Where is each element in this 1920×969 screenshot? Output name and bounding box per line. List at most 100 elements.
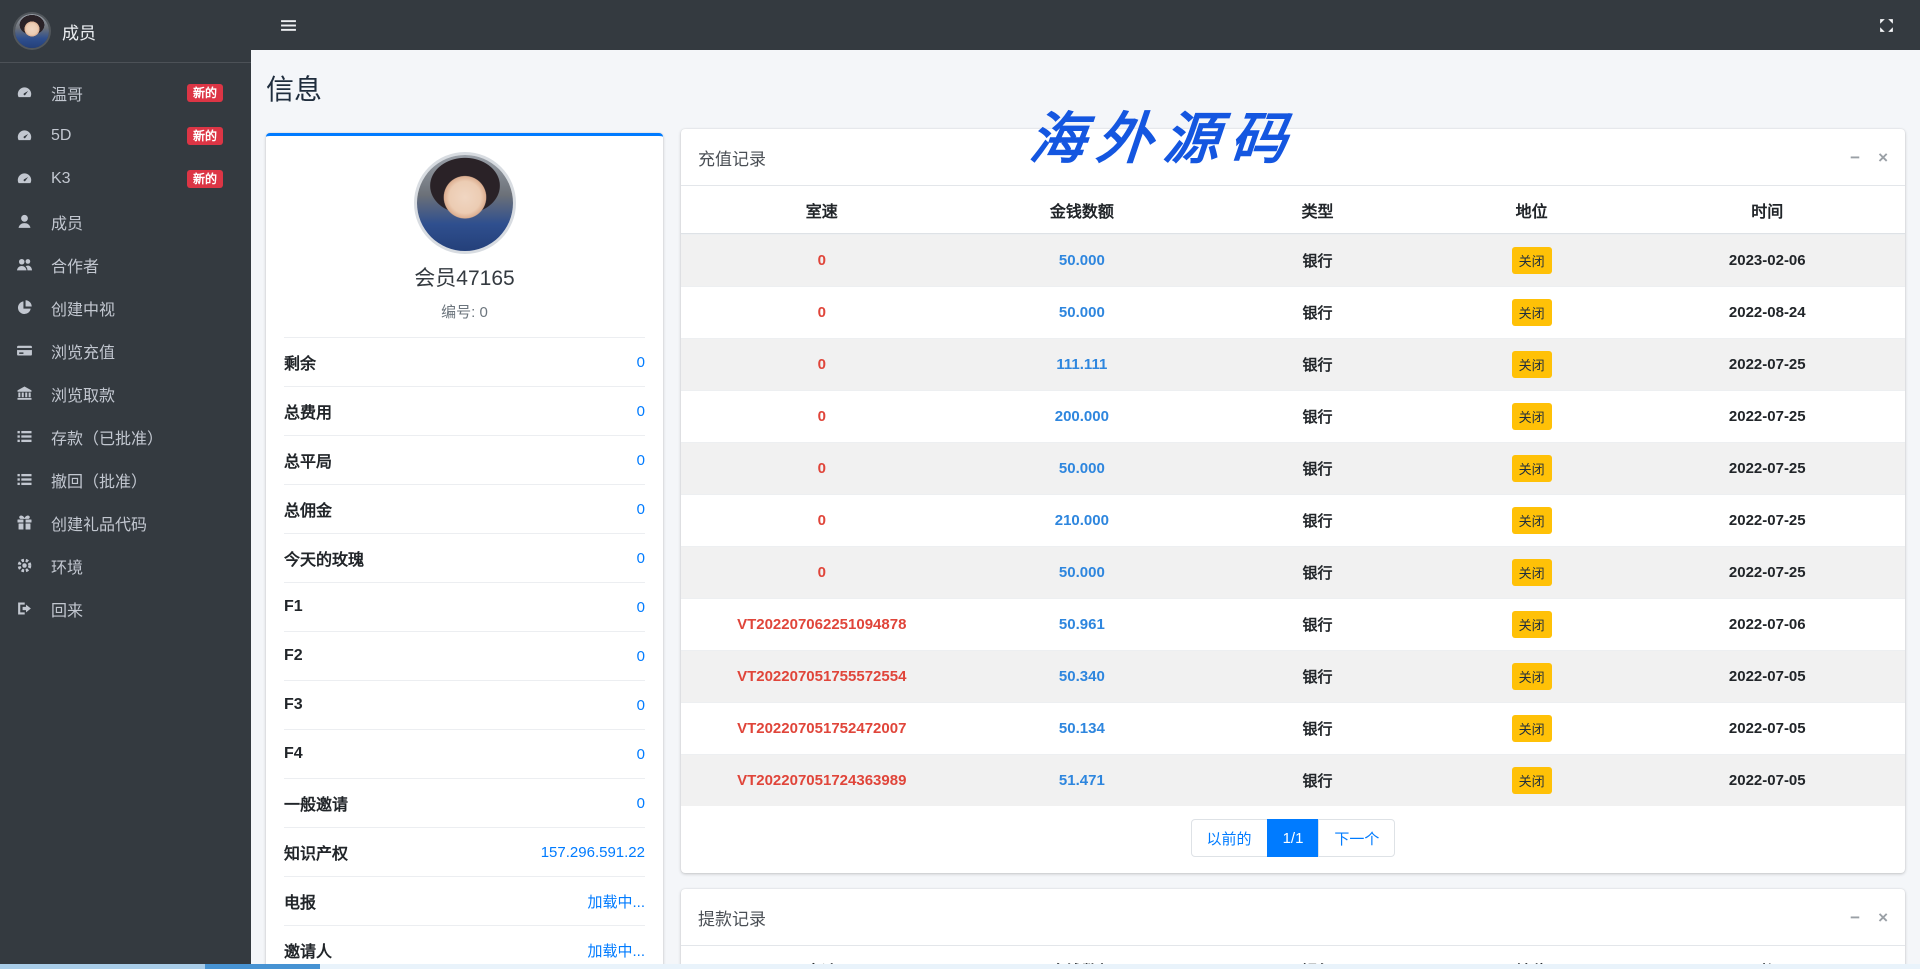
sidebar-user-name: 成员 (62, 19, 96, 44)
sidebar-item-wenge[interactable]: 温哥 新的 (0, 71, 251, 114)
expand-icon[interactable] (1878, 17, 1895, 34)
sidebar-item-browse-withdraw[interactable]: 浏览取款 (0, 372, 251, 415)
stat-label: 知识产权 (284, 840, 348, 864)
status-cell: 关闭 (1434, 507, 1630, 534)
order-code-cell: VT202207051752472007 (681, 720, 963, 737)
sidebar-item-members[interactable]: 成员 (0, 200, 251, 243)
credit-card-icon (16, 342, 42, 359)
sidebar-user-panel[interactable]: 成员 (0, 0, 251, 63)
stat-value: 0 (637, 550, 645, 567)
profile-stat-row: 知识产权 157.296.591.22 (284, 827, 645, 876)
profile-stat-row: 今天的玫瑰 0 (284, 533, 645, 582)
stat-value: 0 (637, 452, 645, 469)
sidebar-item-label: 合作者 (51, 253, 99, 277)
amount-cell: 111.111 (963, 356, 1202, 373)
type-cell: 银行 (1201, 458, 1434, 479)
amount-cell: 200.000 (963, 408, 1202, 425)
profile-stat-row: F3 0 (284, 680, 645, 729)
pagination-page-indicator[interactable]: 1/1 (1267, 819, 1320, 857)
sidebar-item-logout[interactable]: 回来 (0, 587, 251, 630)
sidebar-item-create-midview[interactable]: 创建中视 (0, 286, 251, 329)
stat-label: 今天的玫瑰 (284, 546, 364, 570)
stat-value: 0 (637, 795, 645, 812)
table-row: 0 200.000 银行 关闭 2022-07-25 (681, 390, 1905, 442)
sidebar-item-partners[interactable]: 合作者 (0, 243, 251, 286)
new-badge: 新的 (187, 84, 223, 102)
hamburger-icon[interactable] (280, 17, 297, 34)
horizontal-scrollbar[interactable] (0, 964, 1920, 969)
panel-header: 提款记录 − × (681, 889, 1905, 946)
close-icon[interactable]: × (1878, 909, 1888, 926)
stat-label: F1 (284, 598, 303, 616)
status-cell: 关闭 (1434, 611, 1630, 638)
profile-card: 会员47165 编号: 0 剩余 0 总费用 0 总平局 (266, 133, 663, 969)
recharge-table-body: 0 50.000 银行 关闭 2023-02-06 0 50.000 银行 关闭… (681, 234, 1905, 806)
sidebar-item-withdraw-approved[interactable]: 撤回（批准） (0, 458, 251, 501)
table-row: VT202207051752472007 50.134 银行 关闭 2022-0… (681, 702, 1905, 754)
minimize-icon[interactable]: − (1850, 909, 1860, 926)
pie-chart-icon (16, 299, 42, 316)
amount-cell: 51.471 (963, 772, 1202, 789)
status-cell: 关闭 (1434, 299, 1630, 326)
sidebar-item-k3[interactable]: K3 新的 (0, 157, 251, 200)
tachometer-icon (16, 127, 42, 144)
stat-value: 0 (637, 599, 645, 616)
withdraw-records-panel: 提款记录 − × 室速 金钱数额 银行 地位 时间 (681, 889, 1905, 969)
order-code-cell: VT202207051755572554 (681, 668, 963, 685)
sidebar-menu: 温哥 新的 5D 新的 K3 新的 成员 合作者 (0, 63, 251, 630)
status-badge: 关闭 (1512, 403, 1552, 430)
date-cell: 2022-07-06 (1630, 616, 1905, 633)
recharge-records-panel: 充值记录 − × 室速 金钱数额 类型 地位 时间 0 50.000 (681, 129, 1905, 873)
sidebar-item-label: 温哥 (51, 81, 83, 105)
sidebar-item-label: K3 (51, 170, 71, 188)
sidebar-item-browse-recharge[interactable]: 浏览充值 (0, 329, 251, 372)
amount-cell: 50.961 (963, 616, 1202, 633)
panel-header: 充值记录 − × (681, 129, 1905, 186)
minimize-icon[interactable]: − (1850, 149, 1860, 166)
table-row: 0 111.111 银行 关闭 2022-07-25 (681, 338, 1905, 390)
pagination-prev-button[interactable]: 以前的 (1191, 819, 1268, 857)
profile-stat-row: F2 0 (284, 631, 645, 680)
pagination-next-button[interactable]: 下一个 (1318, 819, 1395, 857)
order-code-cell: 0 (681, 252, 963, 269)
status-badge: 关闭 (1512, 715, 1552, 742)
status-cell: 关闭 (1434, 559, 1630, 586)
sidebar-item-label: 浏览取款 (51, 382, 115, 406)
stat-value: 0 (637, 403, 645, 420)
amount-cell: 50.000 (963, 252, 1202, 269)
sidebar-item-create-gift-code[interactable]: 创建礼品代码 (0, 501, 251, 544)
order-code-cell: 0 (681, 564, 963, 581)
main-content: 信息 会员47165 编号: 0 剩余 0 总费用 0 (251, 50, 1920, 969)
table-row: 0 50.000 银行 关闭 2022-07-25 (681, 442, 1905, 494)
panel-title: 提款记录 (698, 905, 766, 930)
profile-stat-row: F4 0 (284, 729, 645, 778)
profile-stat-row: 邀请人 加载中... (284, 925, 645, 969)
column-header: 地位 (1434, 198, 1630, 222)
sidebar-item-5d[interactable]: 5D 新的 (0, 114, 251, 157)
order-code-cell: VT202207051724363989 (681, 772, 963, 789)
list-icon (16, 471, 42, 488)
type-cell: 银行 (1201, 250, 1434, 271)
sidebar-item-settings[interactable]: 环境 (0, 544, 251, 587)
order-code-cell: 0 (681, 304, 963, 321)
table-row: 0 50.000 银行 关闭 2022-08-24 (681, 286, 1905, 338)
stat-label: F4 (284, 745, 303, 763)
type-cell: 银行 (1201, 510, 1434, 531)
column-header: 时间 (1630, 198, 1905, 222)
status-cell: 关闭 (1434, 351, 1630, 378)
profile-stat-row: 一般邀请 0 (284, 778, 645, 827)
stat-value: 157.296.591.22 (541, 844, 645, 861)
close-icon[interactable]: × (1878, 149, 1888, 166)
panel-tools: − × (1850, 149, 1888, 166)
date-cell: 2022-07-25 (1630, 408, 1905, 425)
stat-label: 剩余 (284, 350, 316, 374)
status-cell: 关闭 (1434, 455, 1630, 482)
gear-icon (16, 557, 42, 574)
users-icon (16, 256, 42, 273)
stat-label: 邀请人 (284, 938, 332, 962)
status-badge: 关闭 (1512, 663, 1552, 690)
panel-tools: − × (1850, 909, 1888, 926)
sidebar-item-deposits-approved[interactable]: 存款（已批准） (0, 415, 251, 458)
amount-cell: 50.000 (963, 564, 1202, 581)
column-header: 类型 (1201, 198, 1434, 222)
